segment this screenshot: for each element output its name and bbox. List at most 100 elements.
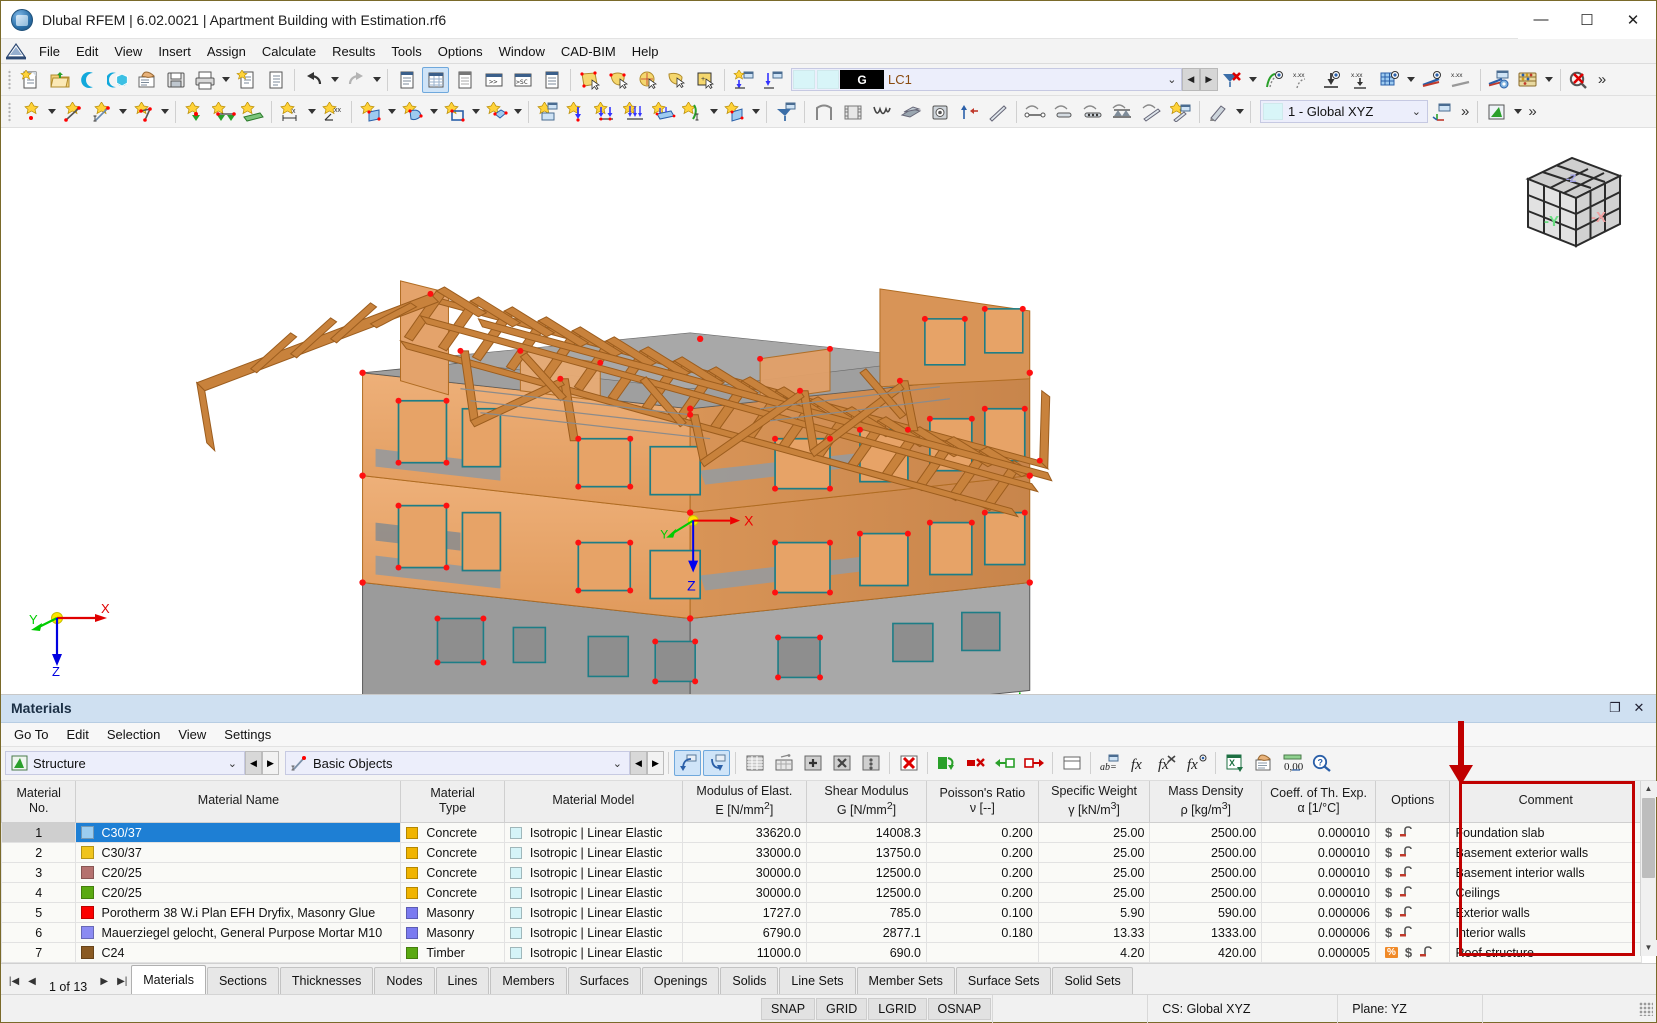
cost-icon[interactable]: $	[1385, 885, 1392, 900]
cell-coeff-thermal-expansion[interactable]: 0.000010	[1261, 862, 1376, 883]
snap-toggle[interactable]: SNAP	[761, 997, 816, 1020]
menu-edit[interactable]: Edit	[68, 41, 106, 62]
cell-shear-modulus[interactable]: 12500.0	[805, 882, 927, 903]
cell-options[interactable]: $	[1374, 822, 1451, 843]
cell-comment[interactable]: Roof structure	[1449, 942, 1642, 963]
select-solid-icon[interactable]	[605, 67, 632, 93]
render-cube-icon[interactable]	[926, 99, 953, 125]
col-mass-density[interactable]: Mass Density ρ [kg/m3]	[1149, 780, 1263, 823]
col-material-type[interactable]: Material Type	[400, 780, 505, 823]
materials-table[interactable]: Material No. Material Name Material Type M…	[0, 780, 1642, 963]
cell-material-type[interactable]: Concrete	[400, 842, 505, 863]
cost-icon[interactable]: $	[1385, 905, 1392, 920]
cell-material-type[interactable]: Masonry	[400, 922, 505, 943]
reaction-values-icon[interactable]: x.xx	[1348, 67, 1375, 93]
view-cube[interactable]: -Y -X -Z	[1514, 146, 1634, 261]
menu-view[interactable]: View	[106, 41, 150, 62]
cell-comment[interactable]: Exterior walls	[1449, 902, 1642, 923]
cell-material-no[interactable]: 4	[0, 882, 77, 903]
menu-options[interactable]: Options	[430, 41, 491, 62]
new-member-icon[interactable]	[483, 99, 510, 125]
cell-modulus-elasticity[interactable]: 33620.0	[681, 822, 807, 843]
cell-poissons-ratio[interactable]: 0.200	[925, 842, 1039, 863]
cell-coeff-thermal-expansion[interactable]: 0.000006	[1261, 902, 1376, 923]
table-row[interactable]: 7 C24 Timber Isotropic | Linear Elastic 1100…	[0, 942, 1642, 963]
tab-members[interactable]: Members	[490, 967, 567, 994]
calculator-dropdown-icon[interactable]	[1543, 67, 1556, 93]
formula-icon[interactable]: fx	[1125, 750, 1152, 776]
tab-materials[interactable]: Materials	[131, 965, 206, 994]
export-excel-icon[interactable]: X	[1221, 750, 1248, 776]
edit-appearance-dropdown-icon[interactable]	[1233, 99, 1246, 125]
pipe-icon[interactable]	[1399, 845, 1413, 860]
data-list-icon[interactable]	[538, 67, 565, 93]
menu-help[interactable]: Help	[624, 41, 667, 62]
new-imperfection-dropdown-icon[interactable]	[749, 99, 762, 125]
structure-prev-button[interactable]: ◀	[245, 751, 262, 775]
new-polyline-dropdown-icon[interactable]	[158, 99, 171, 125]
delete-all-icon[interactable]	[895, 750, 922, 776]
new-line-dim-icon[interactable]	[88, 99, 115, 125]
select-circle-icon[interactable]	[634, 67, 661, 93]
new-member-eccentricity-icon[interactable]	[1167, 99, 1194, 125]
cell-options[interactable]: $	[1374, 902, 1451, 923]
new-member-load-icon[interactable]	[621, 99, 648, 125]
lgrid-toggle[interactable]: LGRID	[868, 997, 927, 1020]
row-options-icon[interactable]	[857, 750, 884, 776]
tab-surface-sets[interactable]: Surface Sets	[955, 967, 1052, 994]
delete-results-icon[interactable]	[1566, 67, 1593, 93]
cell-material-name[interactable]: C20/25	[75, 882, 402, 903]
structure-combo[interactable]: Structure ⌄	[5, 751, 245, 775]
delete-loads-icon[interactable]	[1219, 67, 1246, 93]
coordinate-system-settings-icon[interactable]	[1429, 99, 1456, 125]
load-case-next-button[interactable]: ▶	[1199, 68, 1218, 91]
cell-coeff-thermal-expansion[interactable]: 0.000006	[1261, 922, 1376, 943]
toolbar2-overflow-icon[interactable]: »	[1457, 103, 1473, 120]
add-row-icon[interactable]	[799, 750, 826, 776]
new-solid-dropdown-icon[interactable]	[427, 99, 440, 125]
cell-modulus-elasticity[interactable]: 30000.0	[681, 862, 807, 883]
table-row[interactable]: 2 C30/37 Concrete Isotropic | Linear Elasti…	[0, 842, 1642, 863]
new-nodal-load-icon[interactable]	[563, 99, 590, 125]
cost-icon[interactable]: $	[1405, 945, 1412, 960]
col-material-no[interactable]: Material No.	[0, 780, 77, 823]
cell-material-model[interactable]: Isotropic | Linear Elastic	[503, 822, 683, 843]
edit-row-icon[interactable]	[770, 750, 797, 776]
last-page-button[interactable]: ▶|	[113, 968, 131, 994]
film-view-icon[interactable]	[839, 99, 866, 125]
table-vertical-scrollbar[interactable]: ▲ ▼	[1640, 780, 1657, 956]
cell-material-name[interactable]: C30/37	[75, 822, 402, 843]
cell-poissons-ratio[interactable]: 0.100	[925, 902, 1039, 923]
script-console-icon[interactable]: >SC	[509, 67, 536, 93]
new-model-icon[interactable]	[17, 67, 44, 93]
cost-icon[interactable]: $	[1385, 865, 1392, 880]
new-surface-dropdown-icon[interactable]	[385, 99, 398, 125]
move-up-icon[interactable]	[955, 99, 982, 125]
prev-page-button[interactable]: ◀	[23, 968, 41, 994]
cell-mass-density[interactable]: 420.00	[1149, 942, 1263, 963]
table-row[interactable]: 4 C20/25 Concrete Isotropic | Linear Elasti…	[0, 882, 1642, 903]
tab-member-sets[interactable]: Member Sets	[856, 967, 955, 994]
cell-mass-density[interactable]: 2500.00	[1149, 842, 1263, 863]
cell-modulus-elasticity[interactable]: 6790.0	[681, 922, 807, 943]
dock-menu-view[interactable]: View	[169, 724, 215, 745]
load-case-field[interactable]	[918, 70, 1163, 89]
render-quality-dropdown-icon[interactable]	[1511, 99, 1524, 125]
cell-modulus-elasticity[interactable]: 30000.0	[681, 882, 807, 903]
new-imperfection-icon[interactable]	[721, 99, 748, 125]
cell-specific-weight[interactable]: 4.20	[1037, 942, 1151, 963]
tab-line-sets[interactable]: Line Sets	[779, 967, 856, 994]
result-settings-icon[interactable]	[1486, 67, 1513, 93]
resize-grip-icon[interactable]	[1639, 1001, 1653, 1016]
tab-thicknesses[interactable]: Thicknesses	[279, 967, 374, 994]
new-dimension-xx-icon[interactable]: xx	[319, 99, 346, 125]
column-settings-icon[interactable]	[1058, 750, 1085, 776]
select-surface-icon[interactable]	[576, 67, 603, 93]
delete-formula-icon[interactable]: fx	[1154, 750, 1181, 776]
close-icon[interactable]: ✕	[1610, 0, 1656, 39]
tab-sections[interactable]: Sections	[206, 967, 279, 994]
cell-poissons-ratio[interactable]	[925, 942, 1039, 963]
render-quality-icon[interactable]	[1483, 99, 1510, 125]
show-all-rows-icon[interactable]	[741, 750, 768, 776]
table-row[interactable]: 5 Porotherm 38 W.i Plan EFH Dryfix, Mason…	[0, 902, 1642, 923]
